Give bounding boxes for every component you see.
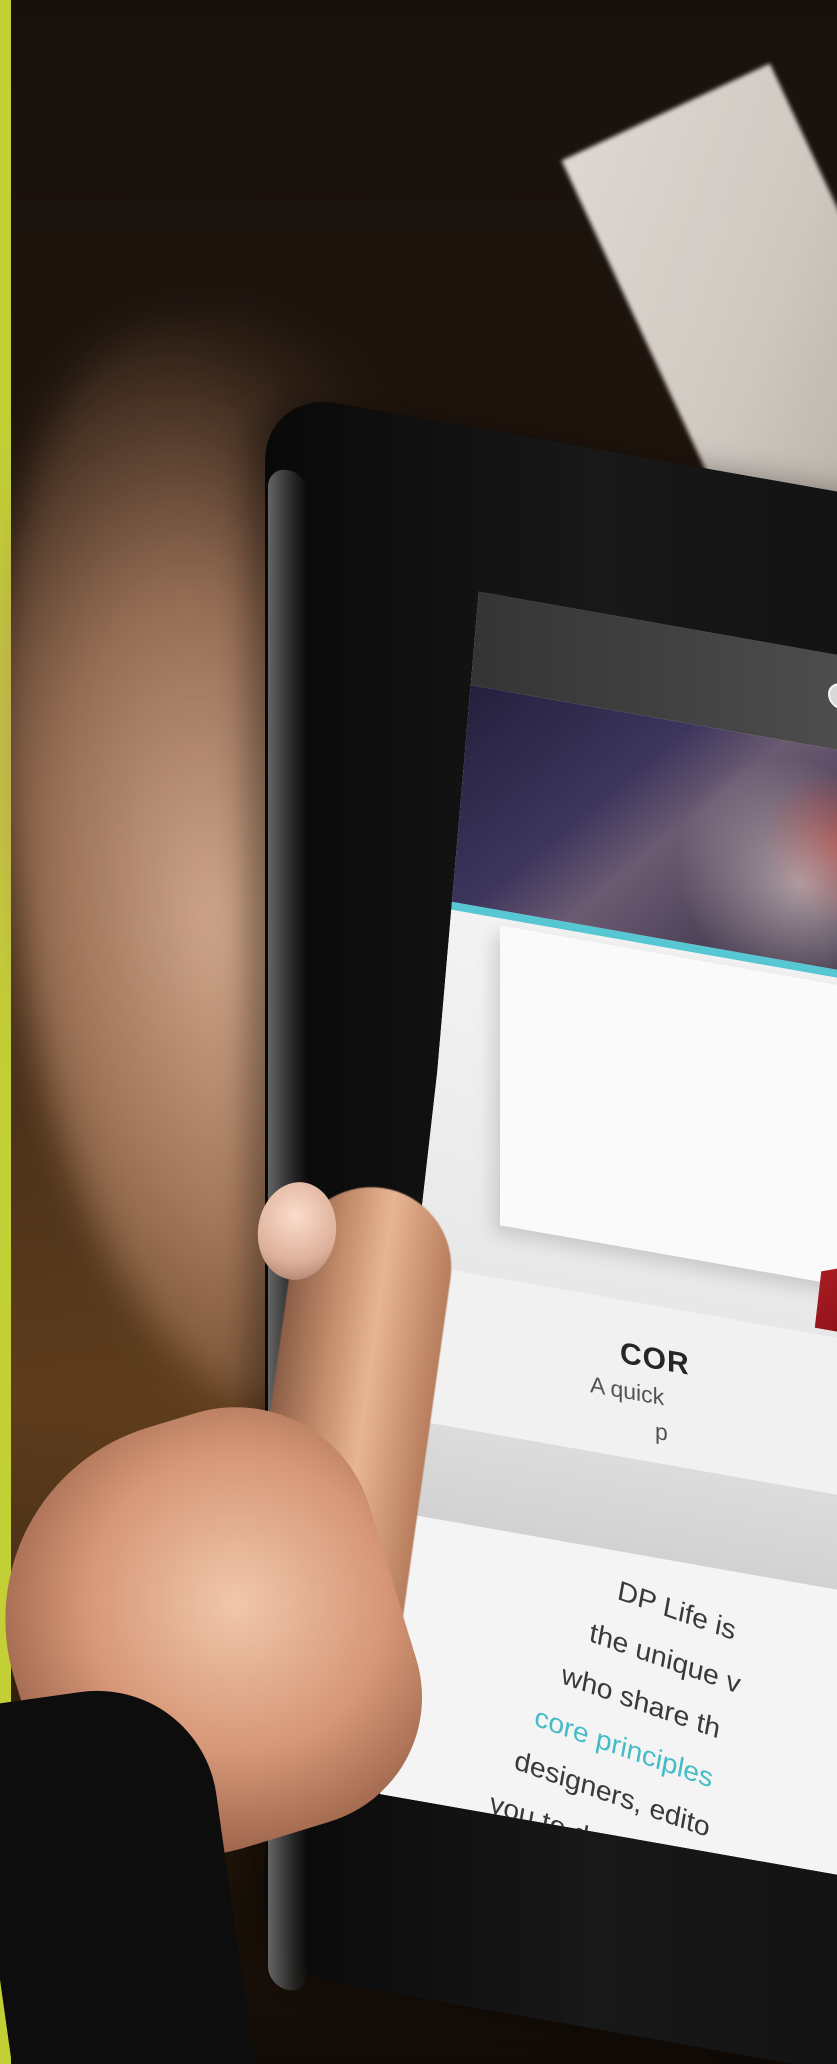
- card-title: COR: [620, 1336, 690, 1382]
- card-subtitle-line-2: p: [655, 1417, 668, 1446]
- photo-scene: COR A quick p DP Life is the unique v wh…: [0, 0, 837, 2064]
- logo-icon: [828, 681, 837, 712]
- card-subtitle-line-1: A quick: [590, 1371, 665, 1411]
